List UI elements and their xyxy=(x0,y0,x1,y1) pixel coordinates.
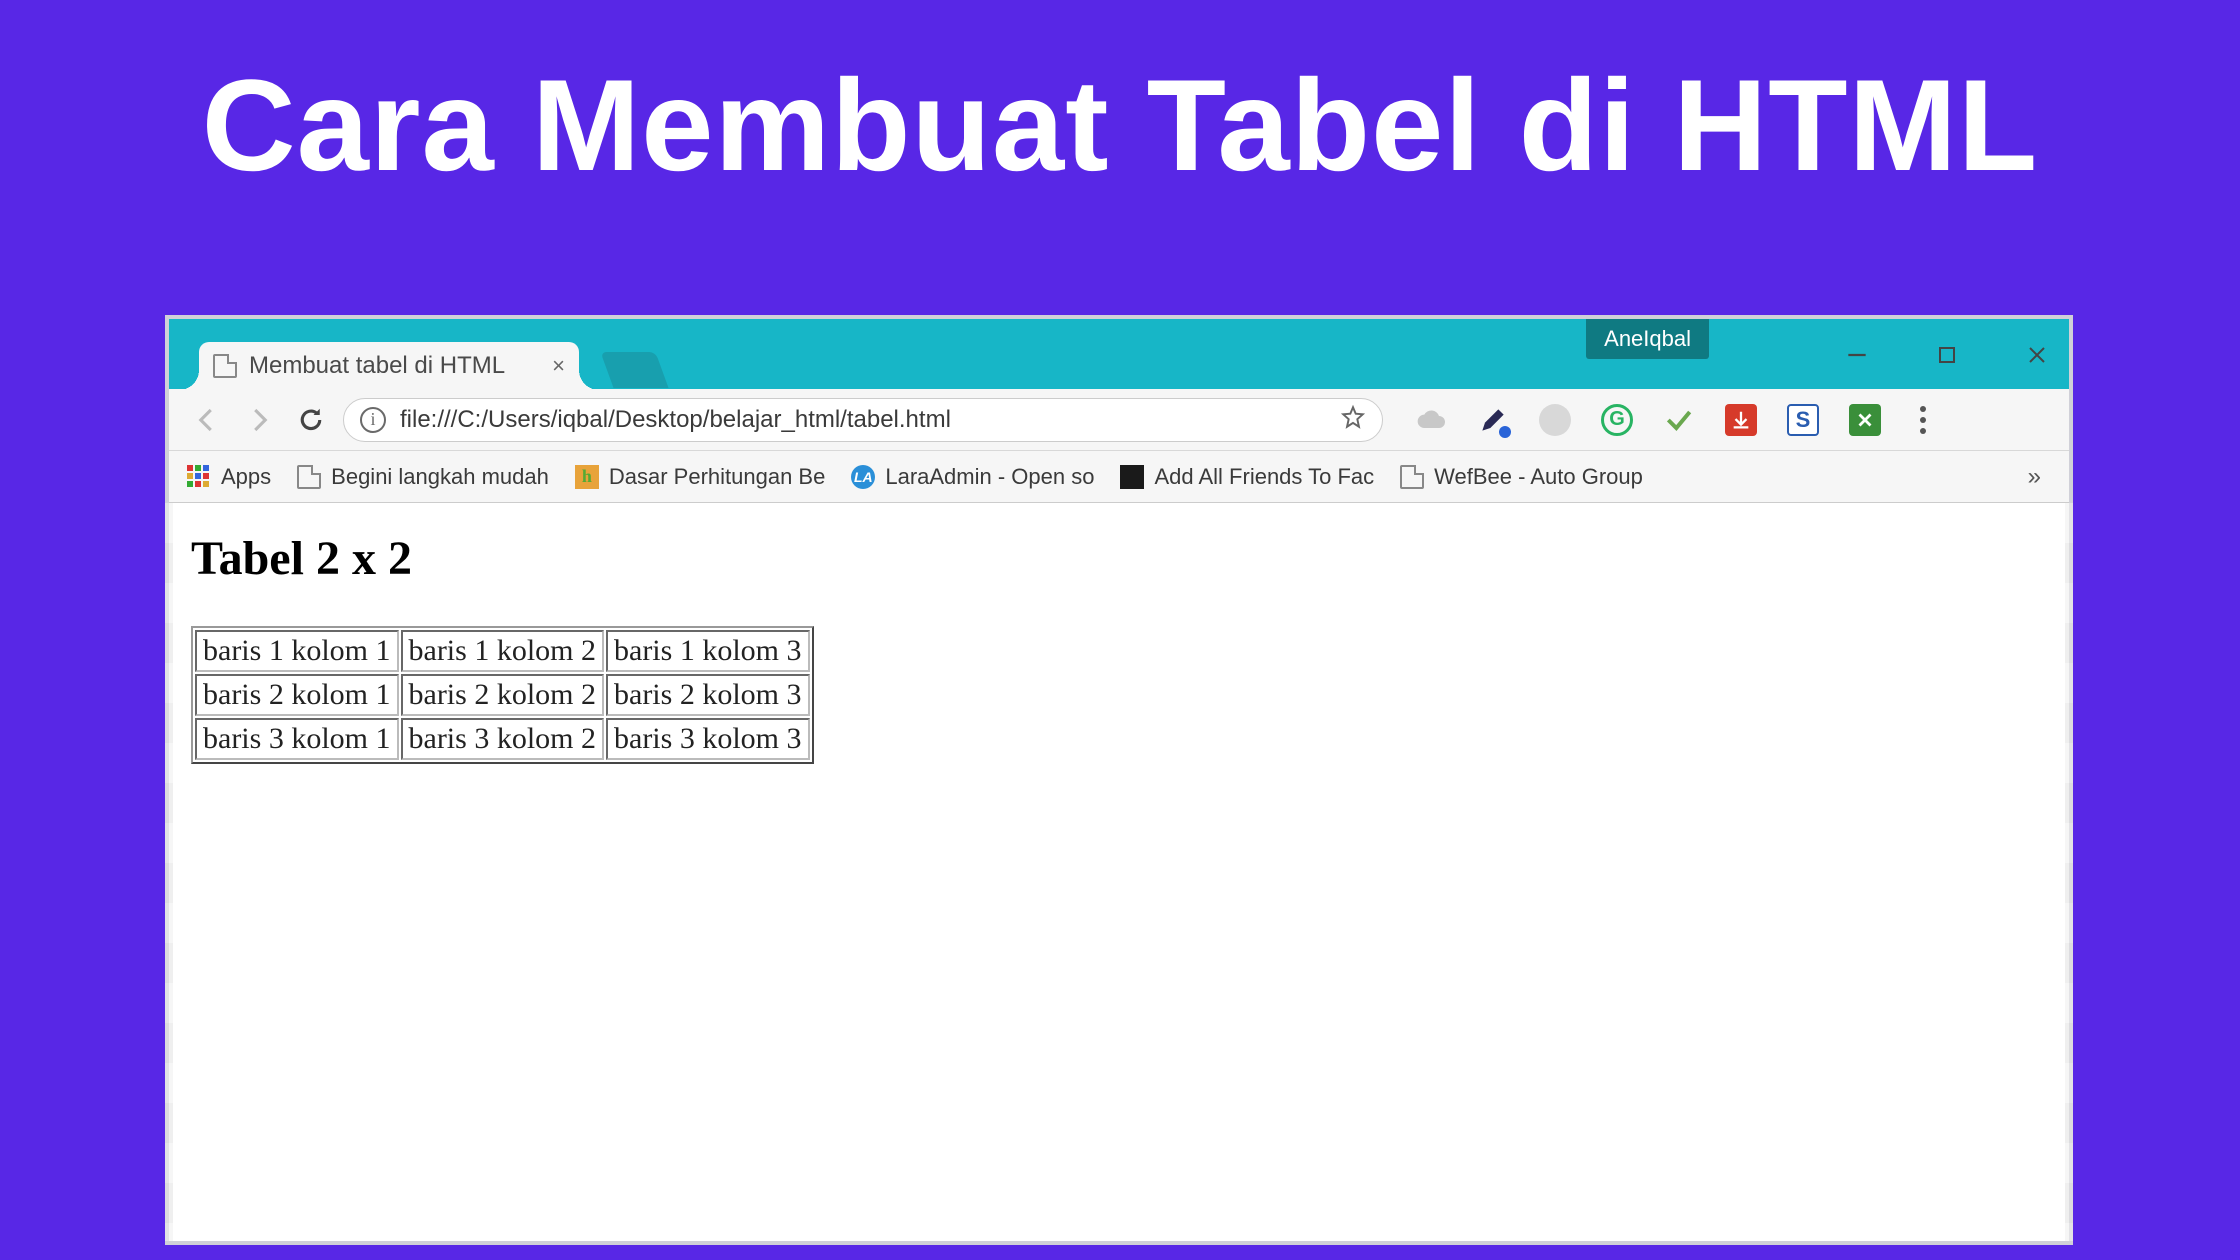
table-cell: baris 1 kolom 1 xyxy=(195,630,399,672)
site-icon xyxy=(1120,465,1144,489)
bookmark-label: Dasar Perhitungan Be xyxy=(609,464,825,490)
table-cell: baris 3 kolom 2 xyxy=(401,718,605,760)
address-bar[interactable]: i file:///C:/Users/iqbal/Desktop/belajar… xyxy=(343,398,1383,442)
close-tab-button[interactable]: × xyxy=(552,353,565,379)
back-button[interactable] xyxy=(187,400,227,440)
file-icon xyxy=(297,465,321,489)
table-cell: baris 2 kolom 2 xyxy=(401,674,605,716)
tab-title: Membuat tabel di HTML xyxy=(249,352,505,380)
maximize-button[interactable] xyxy=(1929,337,1964,372)
bookmark-item[interactable]: h Dasar Perhitungan Be xyxy=(575,464,825,490)
table-cell: baris 1 kolom 2 xyxy=(401,630,605,672)
window-controls xyxy=(1839,337,2054,372)
file-icon xyxy=(213,354,237,378)
apps-icon xyxy=(187,465,211,489)
background-sliver xyxy=(2065,503,2073,1241)
table-cell: baris 2 kolom 3 xyxy=(606,674,810,716)
page-heading: Tabel 2 x 2 xyxy=(191,531,2047,586)
toolbar: i file:///C:/Users/iqbal/Desktop/belajar… xyxy=(169,389,2069,451)
similarweb-icon[interactable]: S xyxy=(1787,404,1819,436)
bookmark-item[interactable]: WefBee - Auto Group xyxy=(1400,464,1643,490)
demo-table: baris 1 kolom 1 baris 1 kolom 2 baris 1 … xyxy=(191,626,814,764)
site-icon: h xyxy=(575,465,599,489)
grammarly-icon[interactable]: G xyxy=(1601,404,1633,436)
minimize-button[interactable] xyxy=(1839,337,1874,372)
download-icon[interactable] xyxy=(1725,404,1757,436)
browser-window: AneIqbal Membuat tabel di HTML × xyxy=(165,315,2073,1245)
bookmark-label: Begini langkah mudah xyxy=(331,464,549,490)
checkmark-icon[interactable] xyxy=(1663,404,1695,436)
bookmark-label: WefBee - Auto Group xyxy=(1434,464,1643,490)
background-sliver xyxy=(165,503,173,1241)
bookmarks-overflow-button[interactable]: » xyxy=(2028,463,2051,491)
page-viewport: Tabel 2 x 2 baris 1 kolom 1 baris 1 kolo… xyxy=(169,503,2069,1241)
table-cell: baris 3 kolom 3 xyxy=(606,718,810,760)
reload-button[interactable] xyxy=(291,400,331,440)
bookmark-star-icon[interactable] xyxy=(1340,404,1366,435)
site-info-icon[interactable]: i xyxy=(360,407,386,433)
extension-circle-icon[interactable] xyxy=(1539,404,1571,436)
table-row: baris 3 kolom 1 baris 3 kolom 2 baris 3 … xyxy=(195,718,810,760)
table-cell: baris 1 kolom 3 xyxy=(606,630,810,672)
menu-button[interactable] xyxy=(1908,406,1938,434)
bookmark-label: LaraAdmin - Open so xyxy=(885,464,1094,490)
table-row: baris 2 kolom 1 baris 2 kolom 2 baris 2 … xyxy=(195,674,810,716)
bookmarks-bar: Apps Begini langkah mudah h Dasar Perhit… xyxy=(169,451,2069,503)
site-icon: LA xyxy=(851,465,875,489)
profile-badge[interactable]: AneIqbal xyxy=(1586,319,1709,359)
apps-label: Apps xyxy=(221,464,271,490)
bookmark-item[interactable]: Add All Friends To Fac xyxy=(1120,464,1374,490)
new-tab-button[interactable] xyxy=(600,352,668,388)
apps-button[interactable]: Apps xyxy=(187,464,271,490)
table-cell: baris 2 kolom 1 xyxy=(195,674,399,716)
tab-strip: Membuat tabel di HTML × xyxy=(199,342,662,390)
banner-title: Cara Membuat Tabel di HTML xyxy=(0,0,2240,230)
excel-icon[interactable] xyxy=(1849,404,1881,436)
extension-icons: G S xyxy=(1415,404,1881,436)
file-icon xyxy=(1400,465,1424,489)
cloud-icon[interactable] xyxy=(1415,404,1447,436)
bookmark-label: Add All Friends To Fac xyxy=(1154,464,1374,490)
titlebar: AneIqbal Membuat tabel di HTML × xyxy=(169,319,2069,389)
bookmark-item[interactable]: LA LaraAdmin - Open so xyxy=(851,464,1094,490)
eyedropper-icon[interactable] xyxy=(1477,404,1509,436)
table-cell: baris 3 kolom 1 xyxy=(195,718,399,760)
bookmark-item[interactable]: Begini langkah mudah xyxy=(297,464,549,490)
forward-button[interactable] xyxy=(239,400,279,440)
url-text: file:///C:/Users/iqbal/Desktop/belajar_h… xyxy=(400,406,1326,434)
tab-active[interactable]: Membuat tabel di HTML × xyxy=(199,342,579,390)
close-window-button[interactable] xyxy=(2019,337,2054,372)
table-row: baris 1 kolom 1 baris 1 kolom 2 baris 1 … xyxy=(195,630,810,672)
